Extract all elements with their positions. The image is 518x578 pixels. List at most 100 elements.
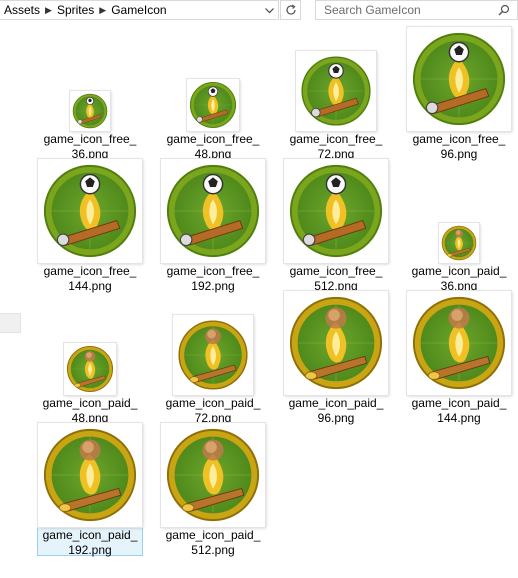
thumbnail-area: [161, 299, 265, 395]
thumbnail-area: [284, 35, 388, 131]
file-item[interactable]: game_icon_paid_ 96.png: [283, 291, 389, 426]
file-name-line-1: game_icon_free_: [166, 132, 260, 146]
thumbnail-area: [161, 159, 265, 263]
file-name-label: game_icon_free_ 72.png: [284, 132, 388, 162]
file-name-label: game_icon_free_ 96.png: [407, 132, 511, 162]
file-name-label: game_icon_paid_ 48.png: [38, 396, 142, 426]
soccer-trophy-icon: [166, 428, 260, 522]
file-name-line-1: game_icon_paid_: [411, 264, 507, 278]
file-name-line-1: game_icon_free_: [43, 264, 137, 278]
file-name-line-1: game_icon_free_: [289, 132, 383, 146]
thumbnail-area: [38, 159, 142, 263]
file-name-line-1: game_icon_free_: [166, 264, 260, 278]
soccer-trophy-icon: [289, 164, 383, 258]
refresh-button[interactable]: [280, 0, 301, 20]
game-icon-free-thumbnail[interactable]: [284, 159, 388, 263]
file-item[interactable]: game_icon_free_ 192.png: [160, 159, 266, 294]
thumbnail-area: [161, 423, 265, 527]
search-box[interactable]: [315, 0, 518, 20]
soccer-trophy-icon: [43, 428, 137, 522]
file-name-line-1: game_icon_paid_: [165, 396, 261, 410]
game-icon-paid-thumbnail[interactable]: [284, 291, 388, 395]
soccer-trophy-icon: [166, 164, 260, 258]
file-name-label: game_icon_paid_ 72.png: [161, 396, 265, 426]
thumbnail-area: [161, 35, 265, 131]
file-name-line-2: 96.png: [440, 147, 478, 161]
file-item[interactable]: game_icon_free_ 96.png: [406, 27, 512, 162]
refresh-icon: [285, 4, 296, 15]
search-input[interactable]: [316, 2, 495, 18]
chevron-right-icon[interactable]: ▶: [44, 5, 53, 16]
file-name-line-2: 512.png: [191, 543, 235, 557]
search-icon[interactable]: [495, 1, 513, 19]
game-icon-free-thumbnail[interactable]: [38, 159, 142, 263]
thumbnail-area: [38, 299, 142, 395]
game-icon-free-thumbnail[interactable]: [296, 51, 376, 131]
file-item[interactable]: game_icon_free_ 72.png: [283, 34, 389, 162]
file-name-label: game_icon_free_ 36.png: [38, 132, 142, 162]
file-item[interactable]: game_icon_paid_ 144.png: [406, 291, 512, 426]
thumbnail-area: [407, 167, 511, 263]
chevron-right-icon[interactable]: ▶: [98, 5, 107, 16]
game-icon-paid-thumbnail[interactable]: [407, 291, 511, 395]
soccer-trophy-icon: [289, 296, 383, 390]
file-item[interactable]: game_icon_paid_ 36.png: [406, 166, 512, 294]
file-name-label: game_icon_paid_ 144.png: [407, 396, 511, 426]
file-item[interactable]: game_icon_free_ 144.png: [37, 159, 143, 294]
file-name-line-1: game_icon_paid_: [42, 528, 138, 542]
breadcrumb[interactable]: Assets ▶ Sprites ▶ GameIcon: [0, 0, 279, 20]
file-name-line-2: 192.png: [191, 279, 235, 293]
thumbnail-area: [38, 423, 142, 527]
file-name-label: game_icon_paid_ 96.png: [284, 396, 388, 426]
file-name-line-1: game_icon_free_: [412, 132, 506, 146]
file-name-line-1: game_icon_paid_: [42, 396, 138, 410]
soccer-trophy-icon: [412, 296, 506, 390]
game-icon-paid-thumbnail[interactable]: [439, 223, 479, 263]
breadcrumb-item-sprites[interactable]: Sprites: [53, 3, 98, 17]
soccer-trophy-icon: [178, 320, 248, 390]
chevron-down-icon[interactable]: [261, 2, 277, 20]
file-name-line-1: game_icon_free_: [289, 264, 383, 278]
breadcrumb-item-assets[interactable]: Assets: [0, 3, 44, 17]
game-icon-paid-thumbnail[interactable]: [64, 343, 116, 395]
file-name-label: game_icon_free_ 512.png: [284, 264, 388, 294]
soccer-trophy-icon: [301, 56, 371, 126]
file-item[interactable]: game_icon_free_ 36.png: [37, 34, 143, 162]
soccer-trophy-icon: [412, 32, 506, 126]
file-item[interactable]: game_icon_paid_ 72.png: [160, 298, 266, 426]
game-icon-paid-thumbnail[interactable]: [161, 423, 265, 527]
file-name-label: game_icon_paid_ 512.png: [161, 528, 265, 558]
game-icon-paid-thumbnail[interactable]: [173, 315, 253, 395]
file-name-line-1: game_icon_paid_: [165, 528, 261, 542]
file-item[interactable]: game_icon_free_ 48.png: [160, 34, 266, 162]
file-name-line-2: 192.png: [68, 543, 112, 557]
thumbnail-area: [407, 291, 511, 395]
file-name-label: game_icon_free_ 48.png: [161, 132, 265, 162]
thumbnail-area: [407, 27, 511, 131]
game-icon-free-thumbnail[interactable]: [407, 27, 511, 131]
file-item[interactable]: game_icon_paid_ 48.png: [37, 298, 143, 426]
file-name-label: game_icon_paid_ 36.png: [407, 264, 511, 294]
breadcrumb-item-gameicon[interactable]: GameIcon: [107, 3, 170, 17]
file-item[interactable]: game_icon_paid_ 512.png: [160, 423, 266, 558]
file-item[interactable]: game_icon_paid_ 192.png: [37, 423, 143, 558]
file-name-line-1: game_icon_paid_: [411, 396, 507, 410]
file-name-line-2: 144.png: [68, 279, 112, 293]
file-name-label: game_icon_free_ 192.png: [161, 264, 265, 294]
file-name-label: game_icon_paid_ 192.png: [38, 528, 142, 558]
file-item[interactable]: game_icon_free_ 512.png: [283, 159, 389, 294]
file-name-line-2: 96.png: [317, 411, 355, 425]
file-name-line-2: 144.png: [437, 411, 481, 425]
thumbnail-area: [38, 35, 142, 131]
address-bar: Assets ▶ Sprites ▶ GameIcon: [0, 0, 518, 22]
game-icon-free-thumbnail[interactable]: [161, 159, 265, 263]
file-name-label: game_icon_free_ 144.png: [38, 264, 142, 294]
soccer-trophy-icon: [66, 345, 114, 393]
file-grid: game_icon_free_ 36.png game_icon_free_ 48.p…: [0, 22, 518, 578]
game-icon-free-thumbnail[interactable]: [70, 91, 110, 131]
soccer-trophy-icon: [72, 93, 108, 129]
soccer-trophy-icon: [441, 225, 477, 261]
file-name-line-1: game_icon_free_: [43, 132, 137, 146]
game-icon-free-thumbnail[interactable]: [187, 79, 239, 131]
game-icon-paid-thumbnail[interactable]: [38, 423, 142, 527]
